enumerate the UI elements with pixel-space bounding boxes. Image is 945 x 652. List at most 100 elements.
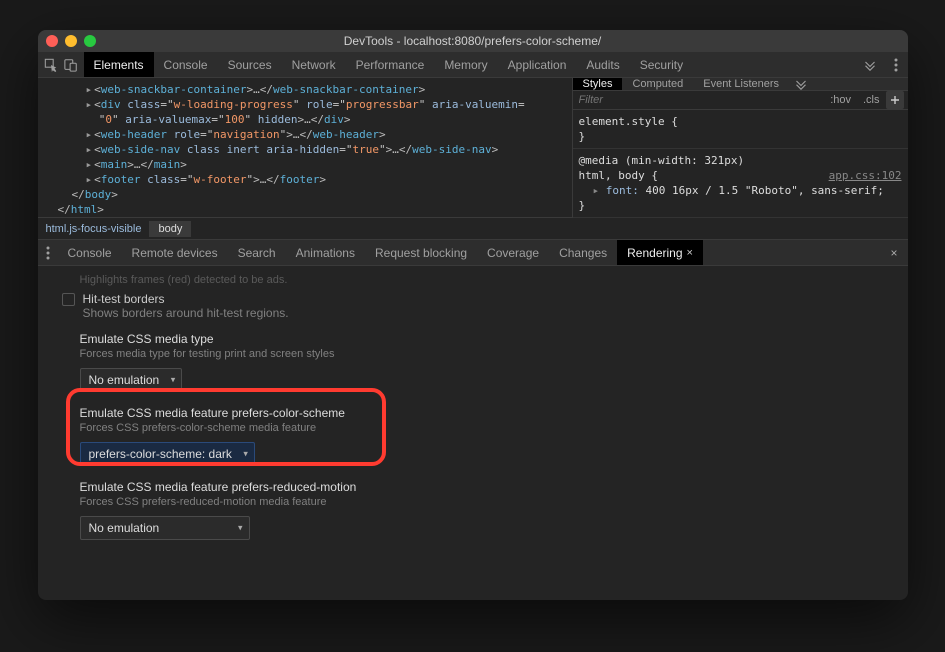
dom-val: w-loading-progress <box>174 98 293 111</box>
styles-tab-event-listeners[interactable]: Event Listeners <box>693 78 789 90</box>
dom-tag: footer <box>280 173 320 186</box>
rule-close: } <box>579 130 586 143</box>
styles-tabs: Styles Computed Event Listeners <box>573 78 908 91</box>
close-tab-icon[interactable]: × <box>687 247 693 259</box>
dom-punc: > <box>379 128 386 141</box>
dom-punc: </ <box>72 188 85 201</box>
cropped-previous-sub: Highlights frames (red) detected to be a… <box>52 274 908 286</box>
dom-punc: < <box>94 173 101 186</box>
select-value: prefers-color-scheme: dark <box>89 447 232 461</box>
tab-console[interactable]: Console <box>154 52 218 77</box>
dom-punc: > <box>286 128 293 141</box>
style-rule-media[interactable]: @media (min-width: 321px) html, body {ap… <box>573 149 908 218</box>
media-type-select[interactable]: No emulation ▾ <box>80 368 183 392</box>
zoom-window-button[interactable] <box>84 35 96 47</box>
dom-punc: </ <box>260 83 273 96</box>
drawer-tab-request-blocking[interactable]: Request blocking <box>365 240 477 265</box>
color-scheme-sub: Forces CSS prefers-color-scheme media fe… <box>80 422 908 434</box>
drawer-tab-console[interactable]: Console <box>58 240 122 265</box>
rule-source-link[interactable]: app.css:102 <box>829 168 902 183</box>
rule-selector: element.style { <box>579 115 678 128</box>
hov-toggle[interactable]: :hov <box>824 94 857 106</box>
dom-punc: </ <box>399 143 412 156</box>
dom-punc: < <box>94 83 101 96</box>
close-window-button[interactable] <box>46 35 58 47</box>
window-titlebar: DevTools - localhost:8080/prefers-color-… <box>38 30 908 52</box>
dom-ellipsis: … <box>304 113 311 126</box>
dom-ellipsis: … <box>253 83 260 96</box>
dom-punc: </ <box>266 173 279 186</box>
dom-punc: < <box>94 158 101 171</box>
kebab-menu-icon[interactable] <box>894 58 898 72</box>
dom-punc: </ <box>58 203 71 216</box>
dom-attr: aria-valuemin <box>432 98 518 111</box>
dom-tag: main <box>154 158 181 171</box>
select-value: No emulation <box>89 373 160 387</box>
drawer-tab-changes[interactable]: Changes <box>549 240 617 265</box>
dom-attr: class <box>147 173 180 186</box>
tab-memory[interactable]: Memory <box>434 52 497 77</box>
tab-application[interactable]: Application <box>498 52 577 77</box>
drawer-tab-animations[interactable]: Animations <box>286 240 365 265</box>
tab-elements[interactable]: Elements <box>84 52 154 77</box>
dom-attr: inert <box>227 143 260 156</box>
hit-test-checkbox[interactable] <box>62 293 75 306</box>
dom-val: navigation <box>213 128 279 141</box>
color-scheme-block: Emulate CSS media feature prefers-color-… <box>52 396 908 470</box>
color-scheme-select[interactable]: prefers-color-scheme: dark ▾ <box>80 442 255 466</box>
drawer-menu-icon[interactable] <box>38 246 58 260</box>
dom-tag: div <box>324 113 344 126</box>
drawer-tab-rendering[interactable]: Rendering× <box>617 240 703 265</box>
breadcrumb-item[interactable]: html.js-focus-visible <box>38 221 151 237</box>
main-tabs: Elements Console Sources Network Perform… <box>38 52 908 78</box>
tab-security[interactable]: Security <box>630 52 693 77</box>
dom-val: true <box>352 143 379 156</box>
dom-val: w-footer <box>194 173 247 186</box>
dom-tag: web-side-nav <box>412 143 491 156</box>
hit-test-title: Hit-test borders <box>83 292 289 306</box>
toggle-device-icon[interactable] <box>64 58 78 72</box>
rule-close: } <box>579 199 586 212</box>
tab-sources[interactable]: Sources <box>218 52 282 77</box>
drawer-tab-search[interactable]: Search <box>228 240 286 265</box>
new-style-rule-button[interactable] <box>886 91 904 109</box>
styles-panel: Styles Computed Event Listeners :hov .cl… <box>572 78 908 217</box>
dom-tree[interactable]: ▸<web-snackbar-container>…</web-snackbar… <box>38 78 572 217</box>
select-element-icon[interactable] <box>44 58 58 72</box>
drawer-tab-remote-devices[interactable]: Remote devices <box>122 240 228 265</box>
rendering-panel: Highlights frames (red) detected to be a… <box>38 266 908 600</box>
hit-test-borders-row[interactable]: Hit-test borders Shows borders around hi… <box>52 286 908 322</box>
dom-attr: role <box>306 98 333 111</box>
cls-toggle[interactable]: .cls <box>857 94 886 106</box>
minimize-window-button[interactable] <box>65 35 77 47</box>
styles-tabs-overflow-icon[interactable] <box>795 78 807 90</box>
drawer-close-icon[interactable]: × <box>880 246 907 260</box>
breadcrumb-item-active[interactable]: body <box>150 221 191 237</box>
dom-punc: </ <box>299 128 312 141</box>
dom-punc: > <box>492 143 499 156</box>
dom-attr: aria-valuemax <box>125 113 211 126</box>
elements-split: ▸<web-snackbar-container>…</web-snackbar… <box>38 78 908 218</box>
tab-audits[interactable]: Audits <box>576 52 629 77</box>
styles-filter-input[interactable] <box>573 94 825 106</box>
rule-media: @media (min-width: 321px) <box>579 154 745 167</box>
dom-attr: aria-hidden <box>266 143 339 156</box>
dom-attr: hidden <box>258 113 298 126</box>
dom-tag: web-header <box>101 128 167 141</box>
chevron-down-icon: ▾ <box>171 375 176 386</box>
rule-value: 400 16px / 1.5 "Roboto", sans-serif; <box>646 184 884 197</box>
reduced-motion-select[interactable]: No emulation ▾ <box>80 516 250 540</box>
drawer-tab-coverage[interactable]: Coverage <box>477 240 549 265</box>
styles-tab-styles[interactable]: Styles <box>573 78 623 90</box>
media-type-block: Emulate CSS media type Forces media type… <box>52 322 908 396</box>
dom-ellipsis: … <box>392 143 399 156</box>
dom-punc: > <box>127 158 134 171</box>
styles-filter-bar: :hov .cls <box>573 91 908 110</box>
tabs-overflow-icon[interactable] <box>864 59 876 71</box>
tab-network[interactable]: Network <box>282 52 346 77</box>
dom-punc: > <box>111 188 118 201</box>
styles-tab-computed[interactable]: Computed <box>622 78 693 90</box>
tab-performance[interactable]: Performance <box>346 52 435 77</box>
style-rule-element[interactable]: element.style { } <box>573 110 908 149</box>
dom-attr: role <box>174 128 201 141</box>
